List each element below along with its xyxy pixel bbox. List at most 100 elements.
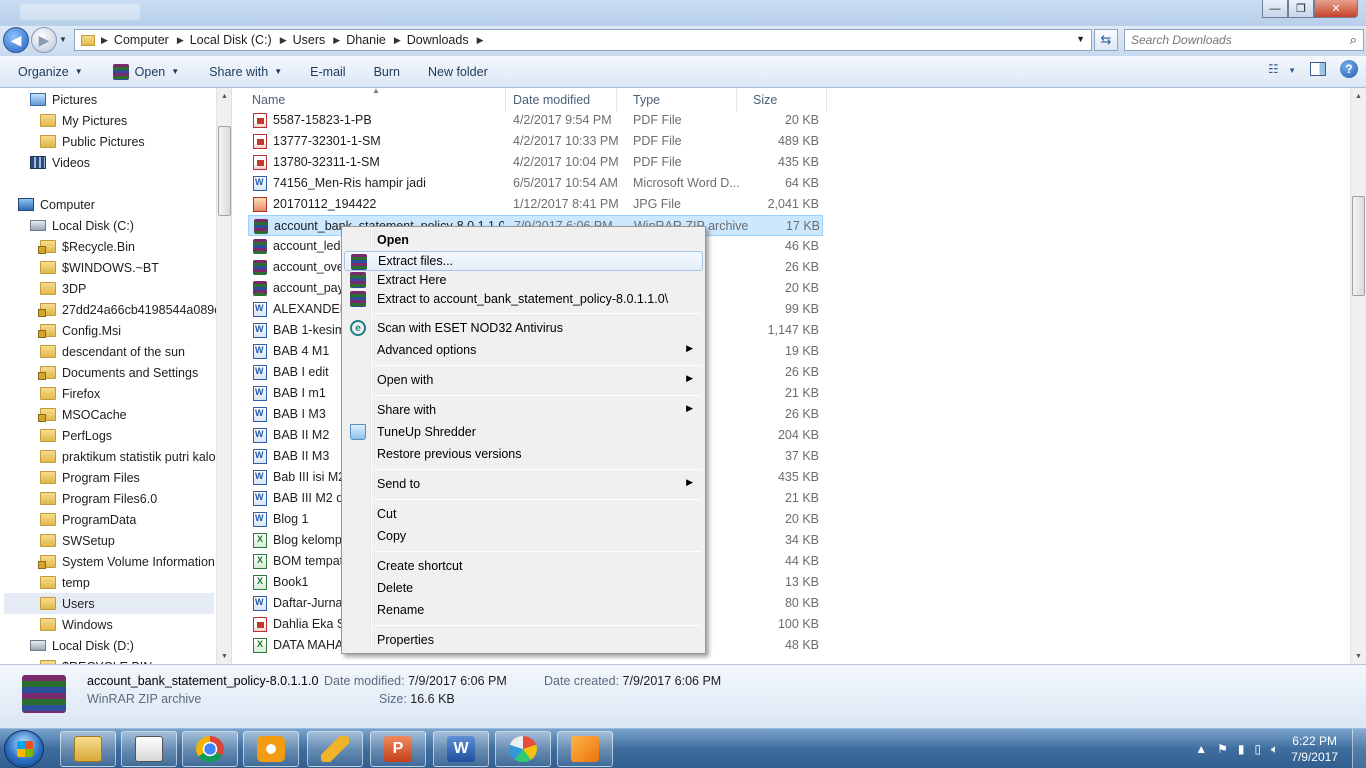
- scroll-up-icon[interactable]: ▲: [217, 88, 231, 104]
- address-history-dropdown-icon[interactable]: ▼: [1076, 34, 1085, 44]
- menu-cut[interactable]: Cut: [344, 504, 703, 524]
- battery-icon[interactable]: ▯: [1254, 742, 1261, 756]
- nav-item[interactable]: SWSetup: [40, 530, 115, 551]
- taskbar-explorer-button[interactable]: [60, 731, 116, 767]
- preview-pane-icon[interactable]: [1310, 62, 1326, 76]
- nav-item[interactable]: Public Pictures: [40, 131, 145, 152]
- breadcrumb-separator-icon[interactable]: ▶: [333, 35, 340, 46]
- breadcrumb-separator-icon[interactable]: ▶: [177, 35, 184, 46]
- file-list-scrollbar[interactable]: ▲ ▼: [1350, 88, 1366, 664]
- close-button[interactable]: ✕: [1314, 0, 1358, 18]
- menu-rename[interactable]: Rename: [344, 600, 703, 620]
- menu-share-with[interactable]: Share with ▶: [344, 400, 703, 420]
- taskbar-chrome-button[interactable]: [182, 731, 238, 767]
- nav-item[interactable]: Program Files: [40, 467, 140, 488]
- breadcrumb-separator-icon[interactable]: ▶: [280, 35, 287, 46]
- menu-advanced-options[interactable]: Advanced options ▶: [344, 340, 703, 360]
- nav-item[interactable]: ProgramData: [40, 509, 136, 530]
- nav-item[interactable]: Program Files6.0: [40, 488, 157, 509]
- taskbar-media-player-button[interactable]: [243, 731, 299, 767]
- file-row[interactable]: 74156_Men-Ris hampir jadi 6/5/2017 10:54 …: [248, 173, 823, 194]
- breadcrumb-users[interactable]: Users: [293, 33, 326, 47]
- email-button[interactable]: E-mail: [302, 60, 353, 84]
- action-center-flag-icon[interactable]: ⚑: [1217, 742, 1228, 756]
- menu-extract-to[interactable]: Extract to account_bank_statement_policy…: [344, 289, 703, 309]
- organize-button[interactable]: Organize ▼: [10, 60, 91, 84]
- maximize-button[interactable]: ❐: [1288, 0, 1314, 18]
- breadcrumb-local-disk-c[interactable]: Local Disk (C:): [190, 33, 272, 47]
- search-icon[interactable]: ⌕: [1350, 32, 1357, 48]
- scroll-down-icon[interactable]: ▼: [217, 648, 231, 664]
- share-with-button[interactable]: Share with ▼: [201, 60, 290, 84]
- change-view-icon[interactable]: ☷ ▼: [1268, 62, 1296, 76]
- volume-icon[interactable]: 🔈︎: [1271, 742, 1278, 757]
- nav-item[interactable]: 3DP: [40, 278, 86, 299]
- nav-item[interactable]: praktikum statistik putri kalo: [40, 446, 216, 467]
- column-name[interactable]: Name ▲: [236, 88, 506, 112]
- menu-restore-previous-versions[interactable]: Restore previous versions: [344, 444, 703, 464]
- nav-item[interactable]: temp: [40, 572, 90, 593]
- menu-send-to[interactable]: Send to ▶: [344, 474, 703, 494]
- menu-open-with[interactable]: Open with ▶: [344, 370, 703, 390]
- menu-copy[interactable]: Copy: [344, 526, 703, 546]
- show-hidden-icons-icon[interactable]: ▲: [1195, 742, 1207, 756]
- column-date-modified[interactable]: Date modified: [497, 88, 617, 112]
- address-bar[interactable]: ▶ Computer ▶ Local Disk (C:) ▶ Users ▶ Dhan…: [74, 29, 1092, 51]
- menu-tuneup-shredder[interactable]: TuneUp Shredder: [344, 422, 703, 442]
- breadcrumb-downloads[interactable]: Downloads: [407, 33, 469, 47]
- breadcrumb-separator-icon[interactable]: ▶: [394, 35, 401, 46]
- nav-item[interactable]: descendant of the sun: [40, 341, 185, 362]
- breadcrumb-separator-icon[interactable]: ▶: [101, 35, 108, 46]
- file-row[interactable]: 5587-15823-1-PB 4/2/2017 9:54 PM PDF File 2…: [248, 110, 823, 131]
- breadcrumb-computer[interactable]: Computer: [114, 33, 169, 47]
- nav-scrollbar[interactable]: ▲ ▼: [216, 88, 231, 664]
- nav-item[interactable]: My Pictures: [40, 110, 127, 131]
- search-box[interactable]: ⌕: [1124, 29, 1364, 51]
- menu-delete[interactable]: Delete: [344, 578, 703, 598]
- menu-open[interactable]: Open: [344, 230, 703, 250]
- burn-button[interactable]: Burn: [366, 60, 408, 84]
- nav-item[interactable]: Config.Msi: [38, 320, 121, 341]
- show-desktop-button[interactable]: [1352, 729, 1366, 768]
- taskbar-calendar-button[interactable]: [121, 731, 177, 767]
- nav-item[interactable]: $RECYCLE.BIN: [40, 656, 152, 664]
- refresh-button[interactable]: ⇆: [1094, 29, 1118, 51]
- open-button[interactable]: Open ▼: [105, 60, 188, 84]
- file-scroll-thumb[interactable]: [1352, 196, 1365, 296]
- taskbar-tools-button[interactable]: [307, 731, 363, 767]
- network-signal-icon[interactable]: ▮: [1238, 742, 1245, 756]
- menu-properties[interactable]: Properties: [344, 630, 703, 650]
- nav-item[interactable]: Computer: [18, 194, 95, 215]
- menu-extract-here[interactable]: Extract Here: [344, 270, 703, 290]
- column-type[interactable]: Type: [617, 88, 737, 112]
- nav-item[interactable]: Videos: [30, 152, 90, 173]
- nav-item[interactable]: Pictures: [30, 89, 97, 110]
- nav-item[interactable]: Documents and Settings: [38, 362, 198, 383]
- taskbar-word-button[interactable]: W: [433, 731, 489, 767]
- forward-button[interactable]: ▶: [31, 27, 57, 53]
- column-size[interactable]: Size: [737, 88, 827, 112]
- taskbar-paint-button[interactable]: [495, 731, 551, 767]
- search-input[interactable]: [1131, 33, 1336, 47]
- minimize-button[interactable]: —: [1262, 0, 1288, 18]
- back-button[interactable]: ◀: [3, 27, 29, 53]
- nav-item[interactable]: PerfLogs: [40, 425, 112, 446]
- nav-item[interactable]: Windows: [40, 614, 113, 635]
- nav-item[interactable]: $Recycle.Bin: [38, 236, 135, 257]
- nav-item[interactable]: $WINDOWS.~BT: [40, 257, 159, 278]
- nav-item[interactable]: MSOCache: [38, 404, 127, 425]
- clock[interactable]: 6:22 PM 7/9/2017: [1291, 733, 1338, 765]
- menu-scan-eset[interactable]: e Scan with ESET NOD32 Antivirus: [344, 318, 703, 338]
- nav-item[interactable]: Users: [4, 593, 214, 614]
- new-folder-button[interactable]: New folder: [420, 60, 496, 84]
- nav-item[interactable]: Local Disk (D:): [30, 635, 134, 656]
- breadcrumb-dhanie[interactable]: Dhanie: [346, 33, 386, 47]
- nav-item[interactable]: Local Disk (C:): [30, 215, 134, 236]
- nav-scroll-thumb[interactable]: [218, 126, 231, 216]
- menu-extract-files[interactable]: Extract files...: [344, 251, 703, 271]
- file-row[interactable]: 20170112_194422 1/12/2017 8:41 PM JPG File…: [248, 194, 823, 215]
- scroll-up-icon[interactable]: ▲: [1351, 88, 1366, 104]
- scroll-down-icon[interactable]: ▼: [1351, 648, 1366, 664]
- taskbar-powerpoint-button[interactable]: P: [370, 731, 426, 767]
- nav-item[interactable]: System Volume Information: [38, 551, 215, 572]
